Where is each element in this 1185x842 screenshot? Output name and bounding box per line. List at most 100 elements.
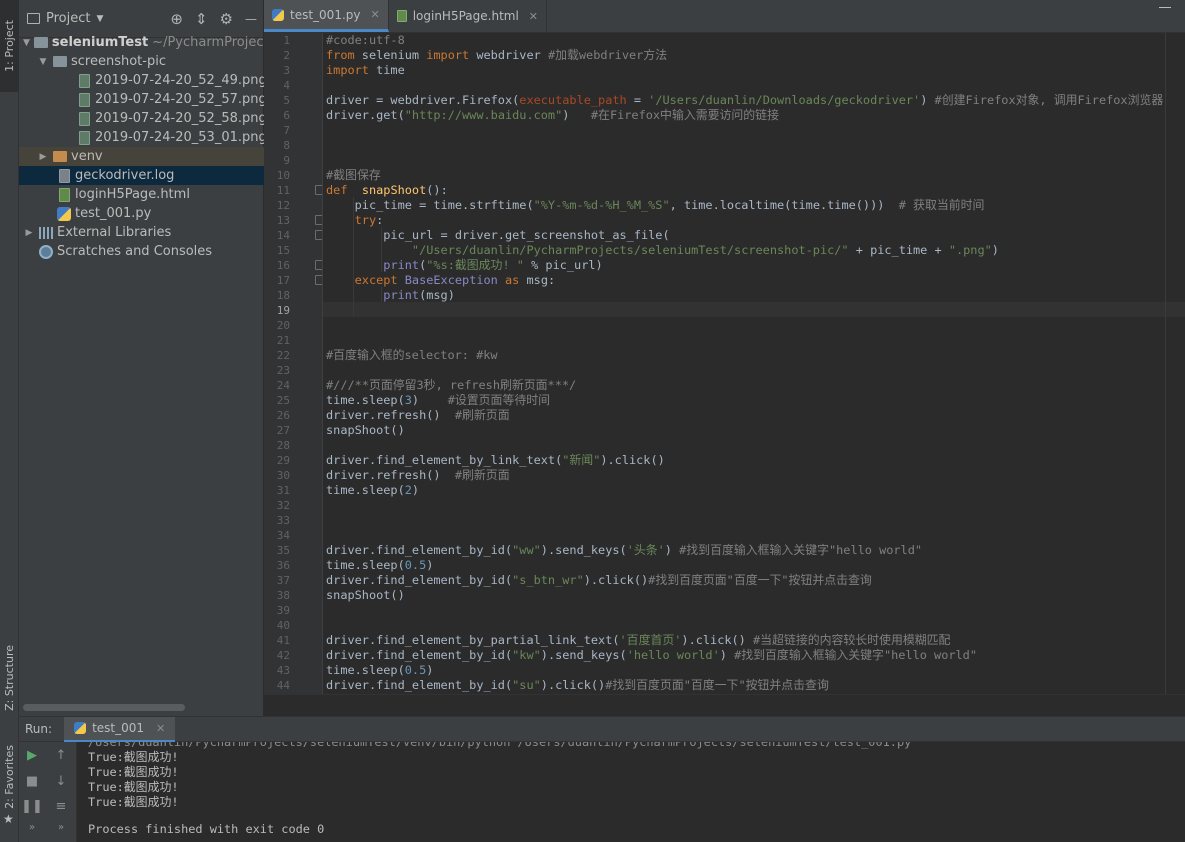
code-line[interactable]: driver.find_element_by_id("s_btn_wr").cl… bbox=[326, 573, 872, 588]
horizontal-scrollbar[interactable] bbox=[23, 704, 185, 711]
code-line[interactable]: #///**页面停留3秒, refresh刷新页面***/ bbox=[326, 378, 576, 393]
code-line[interactable]: driver.find_element_by_id("kw").send_key… bbox=[326, 648, 977, 663]
code-line[interactable]: time.sleep(3) #设置页面等待时间 bbox=[326, 393, 550, 408]
tree-item-geckodriver-log[interactable]: geckodriver.log bbox=[19, 166, 264, 185]
fold-marker-icon[interactable] bbox=[315, 260, 322, 270]
code-line[interactable]: from selenium import webdriver #加载webdri… bbox=[326, 48, 667, 63]
structure-tool-tab[interactable]: Z: Structure bbox=[0, 645, 19, 711]
expanded-arrow-icon[interactable]: ▼ bbox=[37, 57, 49, 67]
collapsed-arrow-icon[interactable]: ▶ bbox=[37, 152, 49, 162]
tree-item-png-2[interactable]: 2019-07-24-20_52_57.png bbox=[19, 90, 264, 109]
code-line[interactable]: driver.find_element_by_id("ww").send_key… bbox=[326, 543, 922, 558]
soft-wrap-icon[interactable]: ≡ bbox=[50, 799, 72, 814]
code-line[interactable]: time.sleep(0.5) bbox=[326, 663, 433, 678]
collapse-icon[interactable]: ⇕ bbox=[195, 10, 208, 28]
close-icon[interactable]: ✕ bbox=[529, 10, 538, 23]
line-number: 28 bbox=[276, 439, 290, 452]
project-view-selector[interactable]: Project bbox=[46, 11, 90, 26]
code-line[interactable]: driver = webdriver.Firefox(executable_pa… bbox=[326, 93, 1163, 108]
more-icon[interactable]: » bbox=[21, 822, 43, 833]
code-line[interactable]: driver.find_element_by_partial_link_text… bbox=[326, 633, 950, 648]
html-file-icon bbox=[57, 187, 71, 202]
line-number: 40 bbox=[276, 619, 290, 632]
up-arrow-icon[interactable]: ↑ bbox=[50, 748, 72, 763]
line-number: 13 bbox=[276, 214, 290, 227]
tree-item-seleniumtest[interactable]: ▼ seleniumTest ~/PycharmProjects bbox=[19, 33, 264, 52]
tree-item-external-libraries[interactable]: ▶ External Libraries bbox=[19, 223, 264, 242]
code-line[interactable]: def snapShoot(): bbox=[326, 183, 448, 198]
hide-icon[interactable]: — bbox=[245, 12, 257, 26]
code-line[interactable]: print(msg) bbox=[326, 288, 455, 303]
fold-marker-icon[interactable] bbox=[315, 275, 322, 285]
expanded-arrow-icon[interactable]: ▼ bbox=[23, 38, 30, 48]
code-line[interactable]: pic_time = time.strftime("%Y-%m-%d-%H_%M… bbox=[326, 198, 985, 213]
code-line[interactable]: time.sleep(0.5) bbox=[326, 558, 433, 573]
collapsed-arrow-icon[interactable]: ▶ bbox=[23, 228, 35, 238]
code-line[interactable]: driver.find_element_by_id("su").click()#… bbox=[326, 678, 829, 693]
run-tab-test-001[interactable]: test_001 ✕ bbox=[64, 716, 176, 742]
tree-item-test-001[interactable]: test_001.py bbox=[19, 204, 264, 223]
code-line[interactable]: #截图保存 bbox=[326, 168, 381, 183]
tree-item-label: 2019-07-24-20_52_58.png bbox=[95, 111, 264, 126]
minimize-icon[interactable] bbox=[1159, 0, 1171, 8]
tree-item-label: External Libraries bbox=[57, 225, 172, 240]
more-icon[interactable]: » bbox=[50, 822, 72, 833]
tree-item-scratches[interactable]: Scratches and Consoles bbox=[19, 242, 264, 261]
code-line[interactable]: #百度输入框的selector: #kw bbox=[326, 348, 498, 363]
line-number: 6 bbox=[283, 109, 290, 122]
tree-item-screenshot-pic[interactable]: ▼ screenshot-pic bbox=[19, 52, 264, 71]
close-icon[interactable]: ✕ bbox=[156, 722, 165, 735]
project-panel: Project ▼ ⊕ ⇕ ⚙ — ▼ seleniumTest ~/Pycha… bbox=[19, 0, 264, 716]
fold-marker-icon[interactable] bbox=[315, 230, 322, 240]
code-line[interactable]: except BaseException as msg: bbox=[326, 273, 556, 288]
gear-icon[interactable]: ⚙ bbox=[220, 10, 233, 28]
line-number: 12 bbox=[276, 199, 290, 212]
chevron-down-icon[interactable]: ▼ bbox=[96, 14, 103, 24]
pause-icon[interactable]: ❚❚ bbox=[21, 799, 43, 814]
code-line[interactable]: import time bbox=[326, 63, 405, 78]
down-arrow-icon[interactable]: ↓ bbox=[50, 774, 72, 789]
tab-label: test_001.py bbox=[290, 7, 361, 22]
code-line[interactable]: try: bbox=[326, 213, 384, 228]
console-output-line: True:截图成功! bbox=[88, 765, 179, 779]
code-line[interactable]: time.sleep(2) bbox=[326, 483, 419, 498]
line-number: 23 bbox=[276, 364, 290, 377]
code-line[interactable]: driver.refresh() #刷新页面 bbox=[326, 468, 510, 483]
target-icon[interactable]: ⊕ bbox=[170, 10, 183, 28]
tree-item-loginh5page[interactable]: loginH5Page.html bbox=[19, 185, 264, 204]
line-number: 1 bbox=[283, 34, 290, 47]
tree-item-png-4[interactable]: 2019-07-24-20_53_01.png bbox=[19, 128, 264, 147]
code-line[interactable]: snapShoot() bbox=[326, 588, 405, 603]
code-line[interactable]: driver.refresh() #刷新页面 bbox=[326, 408, 510, 423]
star-icon: ★ bbox=[3, 812, 14, 826]
line-number: 29 bbox=[276, 454, 290, 467]
fold-marker-icon[interactable] bbox=[315, 215, 322, 225]
python-file-icon bbox=[57, 206, 71, 221]
favorites-tool-tab[interactable]: 2: Favorites bbox=[0, 742, 19, 812]
editor-tab-bar: test_001.py ✕ loginH5Page.html ✕ bbox=[264, 0, 1185, 33]
code-line[interactable]: snapShoot() bbox=[326, 423, 405, 438]
tree-item-venv[interactable]: ▶ venv bbox=[19, 147, 264, 166]
run-tab-label: test_001 bbox=[92, 721, 145, 735]
code-line[interactable]: #code:utf-8 bbox=[326, 33, 405, 48]
library-icon bbox=[39, 226, 53, 240]
line-number: 8 bbox=[283, 139, 290, 152]
close-icon[interactable]: ✕ bbox=[370, 8, 379, 21]
tab-loginh5page-html[interactable]: loginH5Page.html ✕ bbox=[389, 0, 548, 32]
code-line[interactable]: pic_url = driver.get_screenshot_as_file( bbox=[326, 228, 669, 243]
run-label: Run: bbox=[25, 722, 53, 736]
code-line[interactable]: "/Users/duanlin/PycharmProjects/selenium… bbox=[326, 243, 999, 258]
code-editor[interactable]: #code:utf-8 from selenium import webdrive… bbox=[323, 33, 1185, 694]
tree-item-png-1[interactable]: 2019-07-24-20_52_49.png bbox=[19, 71, 264, 90]
run-console[interactable]: /Users/duanlin/PycharmProjects/seleniumT… bbox=[77, 742, 1185, 842]
tab-test-001-py[interactable]: test_001.py ✕ bbox=[264, 0, 389, 32]
code-line[interactable]: driver.find_element_by_link_text("新闻").c… bbox=[326, 453, 665, 468]
line-number: 20 bbox=[276, 319, 290, 332]
code-line[interactable]: print("%s:截图成功! " % pic_url) bbox=[326, 258, 602, 273]
tree-item-png-3[interactable]: 2019-07-24-20_52_58.png bbox=[19, 109, 264, 128]
fold-marker-icon[interactable] bbox=[315, 185, 322, 195]
project-tool-tab[interactable]: 1: Project bbox=[0, 0, 19, 92]
code-line[interactable]: driver.get("http://www.baidu.com") #在Fir… bbox=[326, 108, 779, 123]
rerun-icon[interactable]: ▶ bbox=[21, 748, 43, 763]
stop-icon[interactable]: ■ bbox=[21, 774, 43, 789]
